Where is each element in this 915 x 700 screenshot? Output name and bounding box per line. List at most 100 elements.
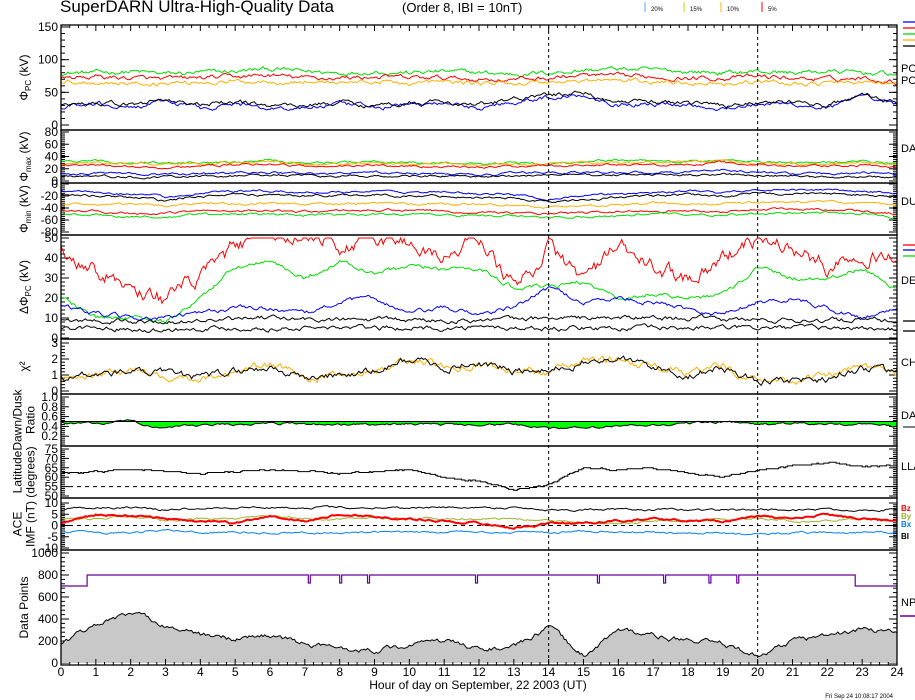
y-label-subscript: max <box>24 157 33 172</box>
x-tick-label: 18 <box>681 665 695 679</box>
series-blue <box>61 168 897 177</box>
panel-plot-area <box>61 158 897 180</box>
panel-phi-min: Φmin (kV)-80-60-40-200DU <box>17 177 915 239</box>
y-axis-label: ΦPC (kV) <box>17 54 33 100</box>
x-tick-label: 24 <box>890 665 904 679</box>
x-tick-label: 11 <box>438 665 451 679</box>
x-tick-label: 16 <box>612 665 626 679</box>
timestamp: Fri Sep 24 10:08:17 2004 <box>825 694 893 700</box>
y-tick-label: 1.0 <box>41 390 58 404</box>
y-tick-label: 3 <box>51 336 58 350</box>
y-label-subscript: PC <box>24 80 33 91</box>
series-blue <box>61 188 897 202</box>
y-tick-label: 75 <box>45 442 59 456</box>
x-tick-label: 10 <box>403 665 417 679</box>
panel-plot-area <box>61 355 897 387</box>
panels: ΦPC (kV)050100150POPOΦmax (kV)020406080D… <box>11 20 915 670</box>
y-tick-label: 80 <box>45 125 59 139</box>
panel-dawn-dusk-ratio: Dawn/DuskRatio0.20.40.60.81.0DAY <box>11 388 915 450</box>
right-label: Bx <box>901 520 912 529</box>
y-label-unit: (kV) <box>17 54 31 79</box>
x-tick-label: 3 <box>162 665 169 679</box>
panel-plot-area <box>61 574 897 663</box>
x-tick-label: 1 <box>92 665 99 679</box>
superdarn-chart: SuperDARN Ultra-High-Quality Data (Order… <box>11 0 915 700</box>
y-label-symbol: Φ <box>17 91 31 101</box>
panel-chi-squared: χ²0123CH <box>17 336 915 398</box>
x-tick-label: 21 <box>786 665 800 679</box>
x-tick-label: 13 <box>507 665 521 679</box>
panel-plot-area <box>61 236 897 334</box>
x-tick-label: 20 <box>751 665 765 679</box>
x-tick-label: 2 <box>127 665 134 679</box>
x-tick-label: 5 <box>232 665 239 679</box>
y-tick-label: 20 <box>45 162 59 176</box>
y-label-symbol: Φ <box>17 223 31 233</box>
y-label-subscript: PC <box>24 285 33 296</box>
y-tick-label: 40 <box>45 251 59 265</box>
y-tick-label: 50 <box>45 231 59 245</box>
series-black <box>61 191 897 204</box>
x-tick-label: 4 <box>197 665 204 679</box>
x-tick-label: 19 <box>716 665 730 679</box>
series-blue <box>61 286 897 321</box>
right-label: CH <box>901 357 915 369</box>
x-tick-label: 14 <box>542 665 556 679</box>
y-tick-label: 10 <box>45 496 59 510</box>
series-orange <box>61 355 897 386</box>
x-tick-label: 0 <box>58 665 65 679</box>
y-axis-label: Ratio <box>24 406 38 434</box>
panel-phi-pc: ΦPC (kV)050100150POPO <box>17 20 915 132</box>
series-fill-data-points <box>61 612 897 663</box>
y-tick-label: 200 <box>38 634 58 648</box>
series-black <box>61 355 897 387</box>
y-tick-label: 150 <box>38 20 58 34</box>
y-axis-label: ΔΦPC (kV) <box>17 260 33 314</box>
legend-label: 15% <box>690 7 703 13</box>
right-label: LLA <box>901 461 915 473</box>
y-label-subscript: min <box>24 210 33 223</box>
y-axis-label: Latitude <box>11 450 25 493</box>
legend-label: 20% <box>651 7 664 13</box>
x-tick-label: 15 <box>577 665 591 679</box>
y-axis-label: IMF (nT) <box>24 501 38 547</box>
y-tick-label: 10 <box>45 311 59 325</box>
panel-frame <box>60 393 898 447</box>
panel-plot-area <box>61 505 897 536</box>
x-tick-label: 22 <box>821 665 835 679</box>
right-label: DU <box>901 196 915 208</box>
y-label-symbol: ΔΦ <box>17 296 31 314</box>
series-green <box>61 158 897 166</box>
y-axis-label: Φmax (kV) <box>17 131 33 181</box>
panel-delta-phi-pc: ΔΦPC (kV)01020304050DE <box>17 231 915 345</box>
y-tick-label: 100 <box>38 53 58 67</box>
x-tick-label: 12 <box>472 665 486 679</box>
series-Bz <box>61 512 897 530</box>
panel-plot-area <box>61 461 897 491</box>
y-tick-label: 60 <box>45 137 59 151</box>
y-axis-label: ACE <box>11 512 25 537</box>
y-axis-label: χ² <box>17 361 31 371</box>
x-tick-label: 7 <box>301 665 308 679</box>
y-tick-label: -60 <box>41 213 59 227</box>
chart-subtitle: (Order 8, IBI = 10nT) <box>402 0 522 15</box>
y-tick-label: 800 <box>38 568 58 582</box>
series-black <box>61 172 897 180</box>
y-tick-label: 20 <box>45 291 59 305</box>
right-label: NP <box>901 597 915 609</box>
y-axis-label: Dawn/Dusk <box>11 388 25 450</box>
series-black-upper <box>61 313 897 325</box>
x-tick-label: 17 <box>646 665 660 679</box>
y-label-symbol: χ² <box>17 361 31 371</box>
y-axis-label: Φmin (kV) <box>17 185 33 233</box>
series-|B| <box>61 505 897 513</box>
np-line <box>61 574 897 587</box>
x-tick-label: 23 <box>855 665 869 679</box>
x-tick-label: 8 <box>336 665 343 679</box>
y-label-symbol: Φ <box>17 172 31 182</box>
right-label: BI <box>901 532 909 541</box>
series-blue <box>61 93 897 112</box>
right-label: DAY <box>901 143 915 155</box>
x-tick-label: 9 <box>371 665 378 679</box>
y-tick-label: 600 <box>38 590 58 604</box>
